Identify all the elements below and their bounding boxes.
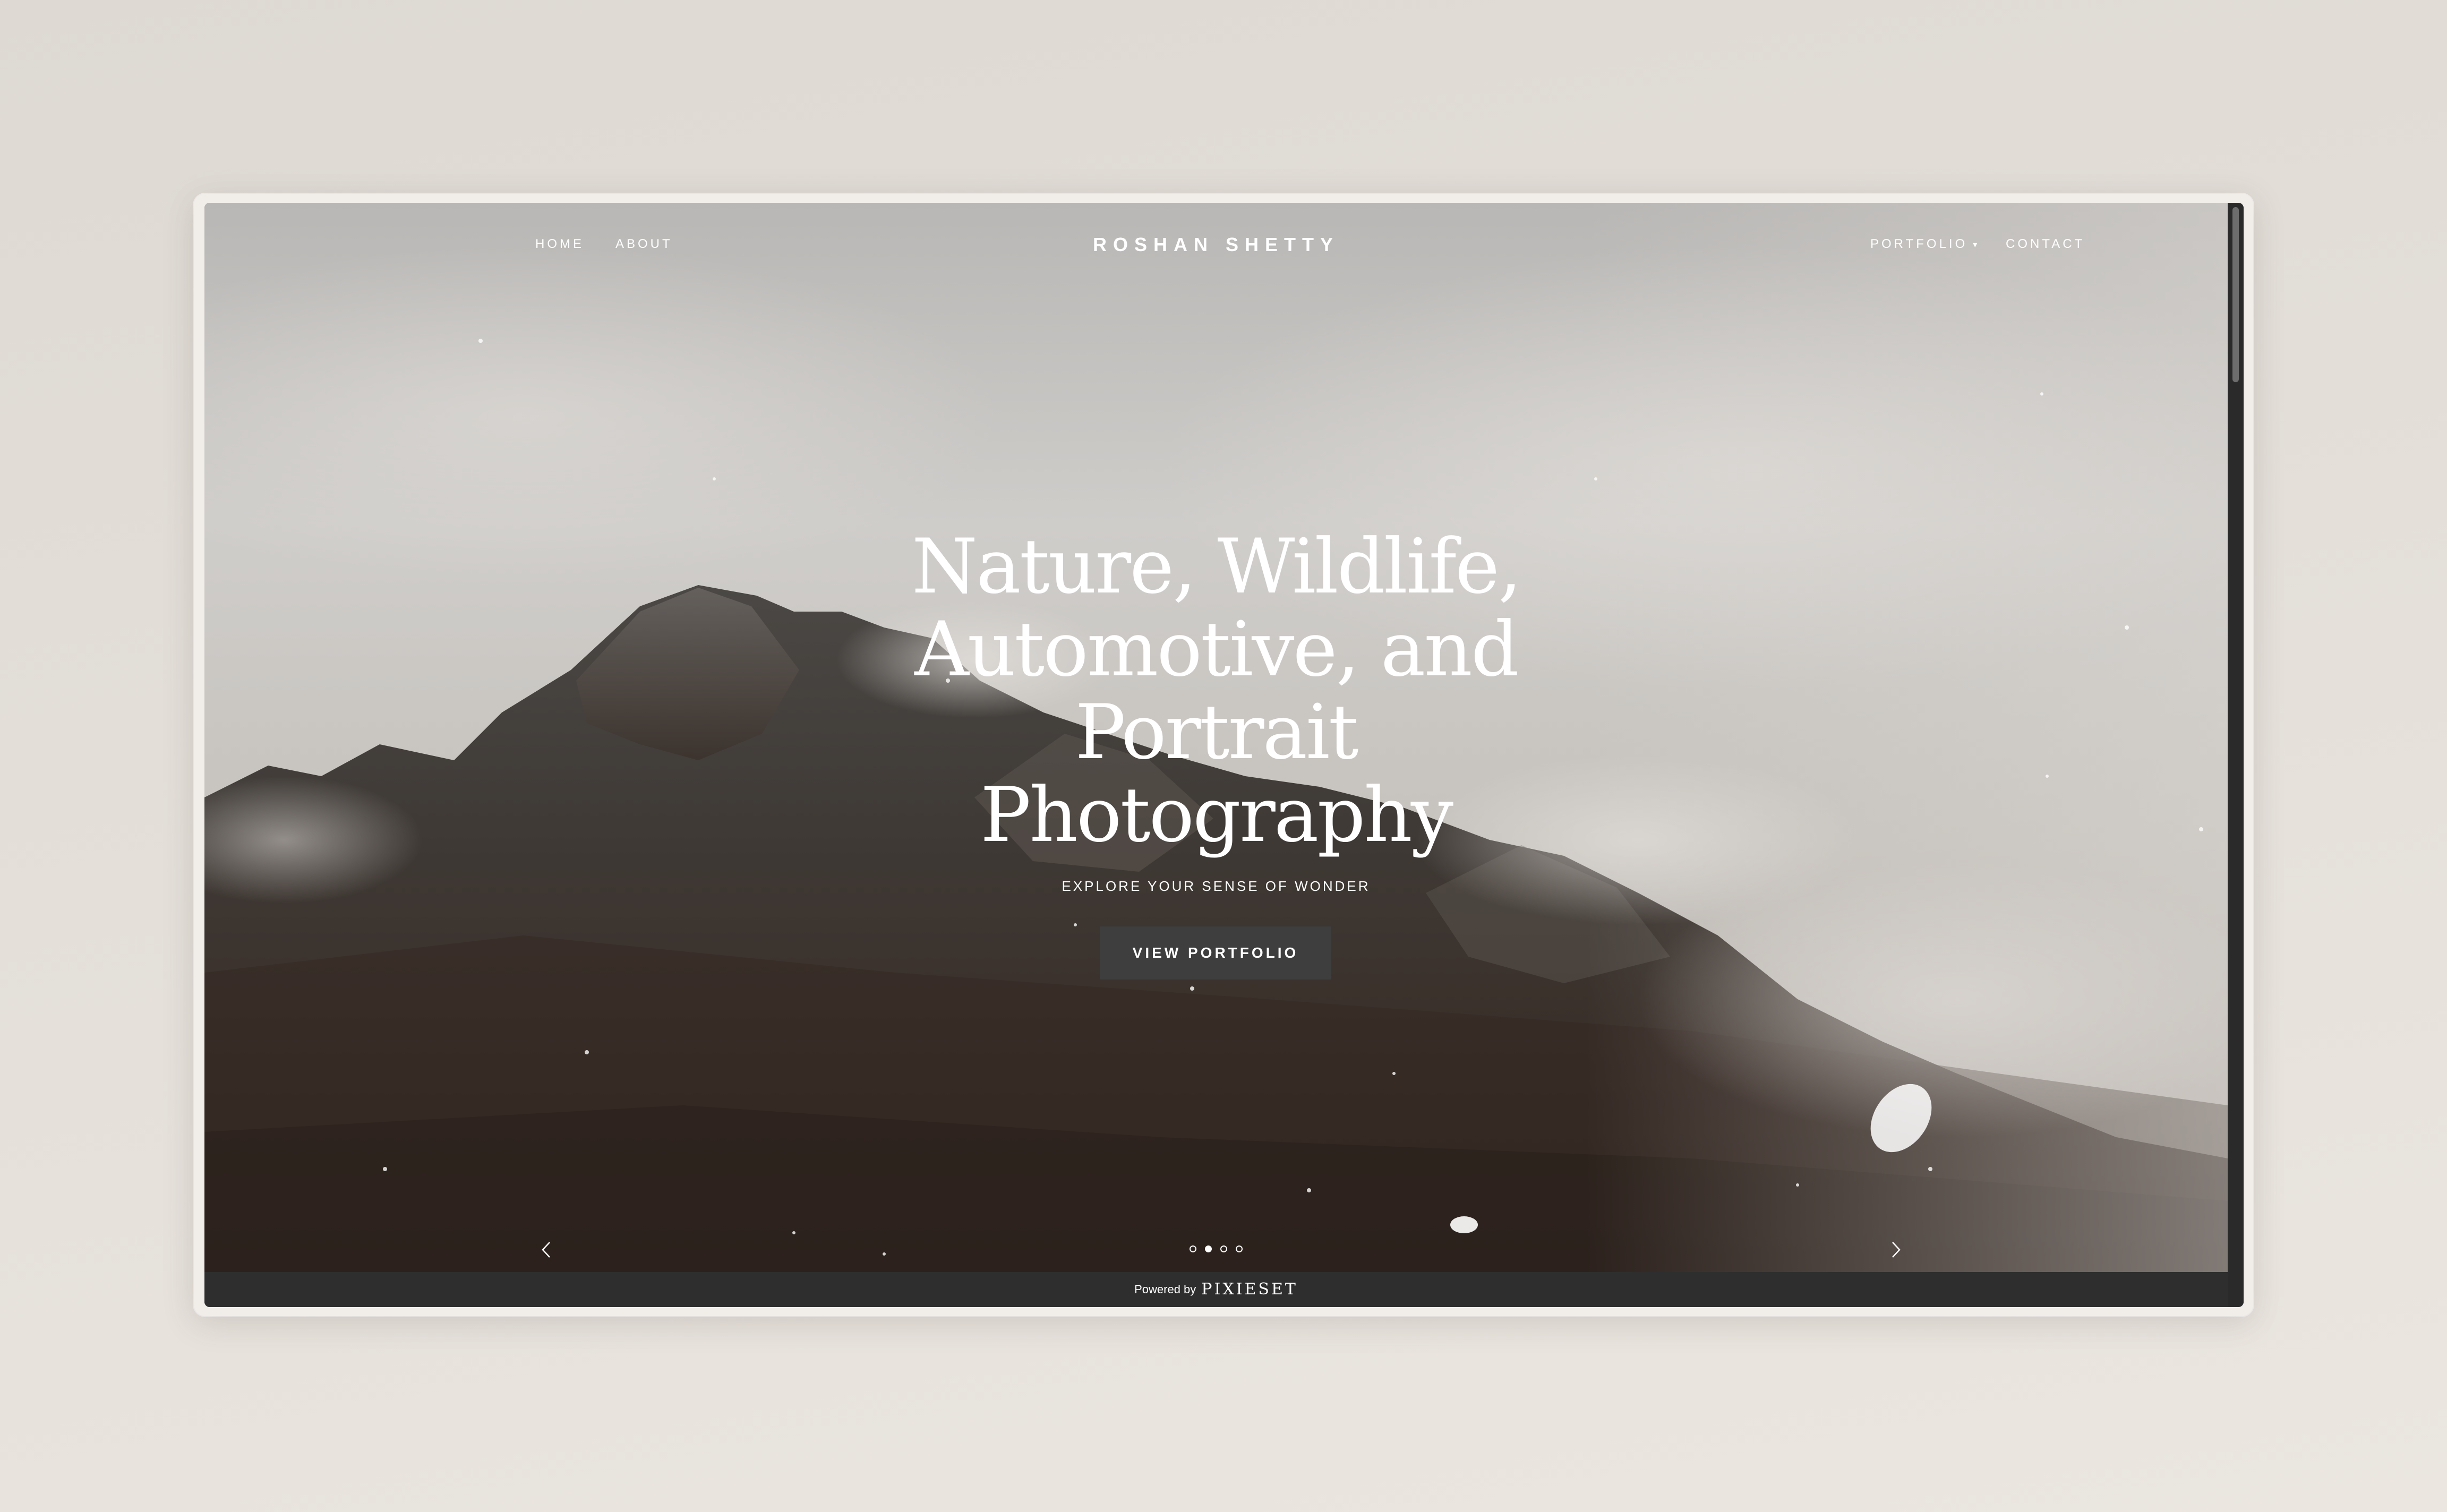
- hero-tagline: EXPLORE YOUR SENSE OF WONDER: [1062, 878, 1371, 894]
- slideshow-pagination: [204, 1245, 2228, 1252]
- slide-dot-3[interactable]: [1220, 1245, 1227, 1252]
- slide-dot-1[interactable]: [1190, 1245, 1196, 1252]
- brand-logo-link[interactable]: ROSHAN SHETTY: [1093, 234, 1339, 255]
- view-portfolio-button[interactable]: VIEW PORTFOLIO: [1100, 926, 1331, 980]
- caret-down-icon: ▾: [1973, 240, 1978, 250]
- headline-line: Portrait: [1075, 689, 1358, 776]
- top-navigation: HOME ABOUT ROSHAN SHETTY PORTFOLIO ▾ CONT…: [204, 203, 2228, 288]
- headline-line: Photography: [980, 771, 1453, 859]
- headline-line: Automotive, and: [914, 606, 1519, 693]
- powered-by-label[interactable]: Powered by: [1134, 1283, 1196, 1296]
- slide-dot-4[interactable]: [1236, 1245, 1243, 1252]
- nav-portfolio-label: PORTFOLIO: [1870, 237, 1968, 251]
- hero-slideshow: HOME ABOUT ROSHAN SHETTY PORTFOLIO ▾ CONT…: [204, 203, 2228, 1272]
- vertical-scrollbar[interactable]: [2228, 203, 2244, 1307]
- hero-headline: Nature, Wildlife, Automotive, and Portra…: [204, 526, 2228, 857]
- scrollbar-thumb[interactable]: [2232, 207, 2239, 382]
- headline-line: Nature, Wildlife,: [911, 523, 1522, 611]
- pixieset-logo[interactable]: PIXIESET: [1201, 1280, 1298, 1299]
- slide-dot-2[interactable]: [1205, 1245, 1212, 1252]
- nav-portfolio-link[interactable]: PORTFOLIO ▾: [1870, 237, 1977, 252]
- nav-contact-link[interactable]: CONTACT: [2006, 237, 2085, 252]
- powered-by-footer: Powered by PIXIESET: [204, 1272, 2228, 1307]
- browser-viewport: HOME ABOUT ROSHAN SHETTY PORTFOLIO ▾ CONT…: [204, 203, 2244, 1307]
